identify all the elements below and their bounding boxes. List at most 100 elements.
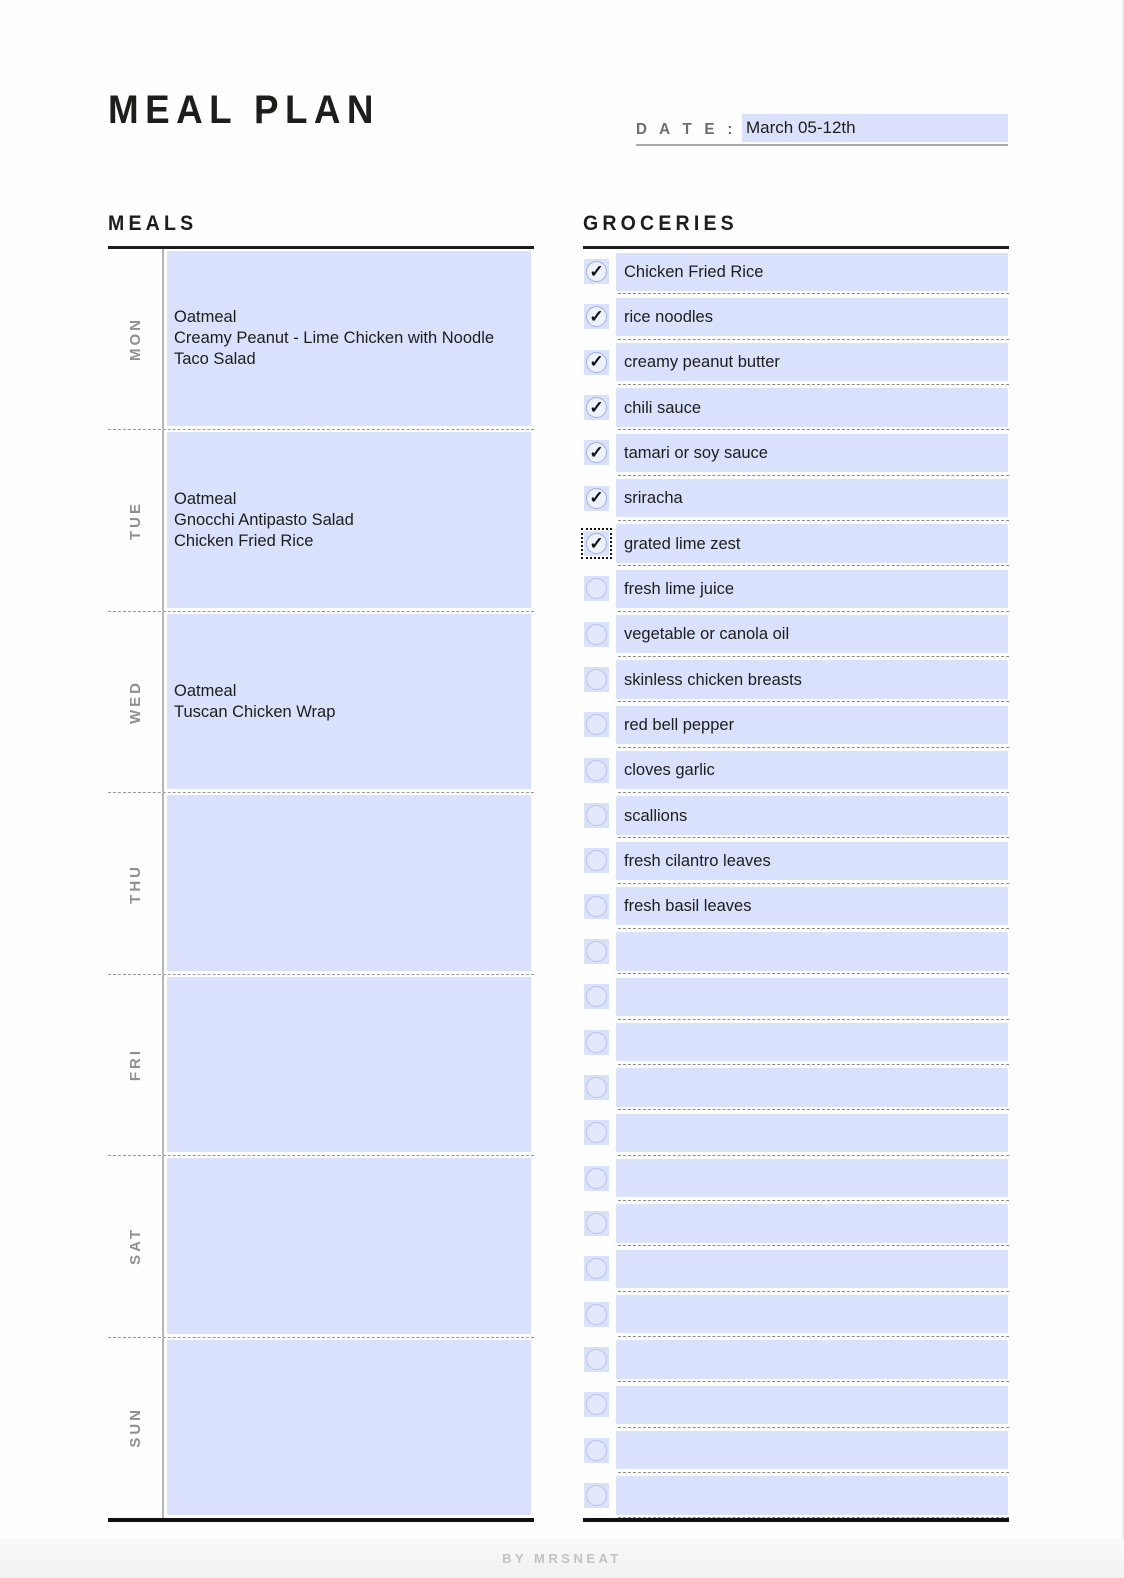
grocery-item-input[interactable]: creamy peanut butter [616,343,1008,382]
grocery-item-input[interactable] [616,1204,1008,1243]
day-label-cell: SUN [108,1337,164,1518]
grocery-checkbox[interactable]: ✓ [584,304,609,330]
grocery-item-input[interactable] [616,977,1008,1017]
grocery-checkbox[interactable] [584,576,609,602]
grocery-checkbox[interactable] [584,1437,609,1463]
check-glyph: ✓ [589,533,604,553]
grocery-row: red bell pepper [583,702,1009,748]
meal-row: WED Oatmeal Tuscan Chicken Wrap [108,611,534,794]
check-glyph: ✓ [589,352,604,372]
grocery-checkbox[interactable] [584,1075,609,1101]
grocery-item-label: red bell pepper [624,715,735,734]
day-label-fri: FRI [126,1048,144,1082]
grocery-item-input[interactable]: Chicken Fried Rice [616,252,1008,291]
grocery-row: skinless chicken breasts [583,657,1009,703]
grocery-checkbox[interactable] [584,1301,609,1327]
grocery-checkbox[interactable] [584,621,609,647]
grocery-checkbox[interactable] [584,803,609,829]
grocery-checkbox[interactable] [584,1120,609,1146]
grocery-checkbox[interactable] [584,893,609,919]
grocery-item-input[interactable] [616,1431,1008,1470]
day-label-thu: THU [126,863,144,904]
grocery-item-label: fresh basil leaves [624,897,752,916]
meal-row: SUN [108,1337,534,1518]
grocery-checkbox[interactable] [584,1256,609,1282]
grocery-item-input[interactable] [616,932,1008,971]
empty-circle-icon [586,759,607,781]
meal-entry-input-sat[interactable] [167,1158,531,1334]
date-input[interactable]: March 05-12th [741,114,1008,142]
meal-entry-input-thu[interactable] [167,795,531,971]
grocery-item-input[interactable] [616,1023,1008,1062]
meal-entry-input-mon[interactable]: Oatmeal Creamy Peanut - Lime Chicken wit… [167,251,531,427]
grocery-item-input[interactable] [616,1249,1008,1289]
grocery-row: fresh basil leaves [583,884,1009,930]
grocery-row [583,1382,1009,1428]
grocery-checkbox[interactable] [584,712,609,738]
grocery-item-input[interactable]: skinless chicken breasts [616,660,1008,699]
empty-circle-icon [586,1167,607,1189]
grocery-checkbox[interactable]: ✓ [584,259,609,285]
grocery-checkbox[interactable] [584,1347,609,1373]
grocery-checkbox[interactable]: ✓ [584,395,609,421]
grocery-item-input[interactable]: tamari or soy sauce [616,433,1008,473]
grocery-row: ✓ creamy peanut butter [583,340,1009,386]
grocery-checkbox[interactable] [584,1211,609,1237]
grocery-item-input[interactable]: rice noodles [616,297,1008,337]
grocery-item-input[interactable]: vegetable or canola oil [616,615,1008,654]
grocery-item-label: vegetable or canola oil [624,625,790,644]
meal-entry-input-tue[interactable]: Oatmeal Gnocchi Antipasto Salad Chicken … [167,432,531,608]
grocery-checkbox[interactable] [584,1392,609,1418]
grocery-checkbox[interactable] [584,939,609,965]
meal-entry-input-sun[interactable] [167,1339,531,1515]
grocery-item-input[interactable]: red bell pepper [616,705,1008,745]
empty-circle-icon [586,850,607,872]
empty-circle-icon [586,714,607,736]
grocery-item-label: scallions [624,806,688,825]
grocery-row [583,1428,1009,1474]
grocery-item-input[interactable]: fresh lime juice [616,569,1008,609]
meal-entry-text: Oatmeal Creamy Peanut - Lime Chicken wit… [174,308,495,369]
grocery-checkbox[interactable] [584,984,609,1010]
day-label-mon: MON [126,317,144,362]
grocery-item-input[interactable] [616,1113,1008,1153]
grocery-item-input[interactable]: fresh basil leaves [616,887,1008,926]
grocery-item-input[interactable] [616,1476,1008,1515]
grocery-checkbox[interactable]: ✓ [581,528,612,560]
groceries-list: ✓ Chicken Fried Rice ✓ rice noodles ✓ creamy … [581,249,1009,1522]
grocery-item-input[interactable]: cloves garlic [616,751,1008,790]
grocery-row: cloves garlic [583,748,1009,794]
grocery-item-input[interactable] [616,1385,1008,1425]
grocery-item-label: creamy peanut butter [624,353,780,372]
grocery-checkbox[interactable]: ✓ [584,349,609,375]
grocery-checkbox[interactable]: ✓ [584,440,609,466]
grocery-item-input[interactable] [616,1159,1008,1198]
grocery-item-input[interactable]: chili sauce [616,388,1008,427]
grocery-checkbox[interactable] [584,1029,609,1055]
day-label-wed: WED [126,680,144,725]
grocery-checkbox[interactable] [584,757,609,783]
grocery-item-input[interactable]: fresh cilantro leaves [616,841,1008,881]
grocery-checkbox[interactable] [584,848,609,874]
grocery-checkbox[interactable] [584,667,609,693]
grocery-item-input[interactable] [616,1068,1008,1107]
grocery-item-input[interactable] [616,1340,1008,1379]
grocery-item-input[interactable]: scallions [616,796,1008,835]
grocery-item-label: rice noodles [624,307,713,326]
grocery-checkbox[interactable]: ✓ [584,485,609,511]
day-label-tue: TUE [126,501,144,541]
grocery-item-input[interactable] [616,1295,1008,1334]
meal-entry-input-fri[interactable] [167,976,531,1153]
page-title: MEAL PLAN [108,88,380,132]
check-glyph: ✓ [589,397,604,417]
grocery-row [583,1065,1009,1111]
grocery-item-input[interactable]: sriracha [616,479,1008,518]
meal-entry-input-wed[interactable]: Oatmeal Tuscan Chicken Wrap [167,613,531,790]
check-glyph: ✓ [589,261,604,281]
grocery-row: ✓ sriracha [583,476,1009,522]
check-glyph: ✓ [589,442,604,462]
grocery-item-input[interactable]: grated lime zest [616,524,1008,563]
grocery-checkbox[interactable] [584,1483,609,1509]
grocery-row [583,929,1009,975]
grocery-checkbox[interactable] [584,1165,609,1191]
